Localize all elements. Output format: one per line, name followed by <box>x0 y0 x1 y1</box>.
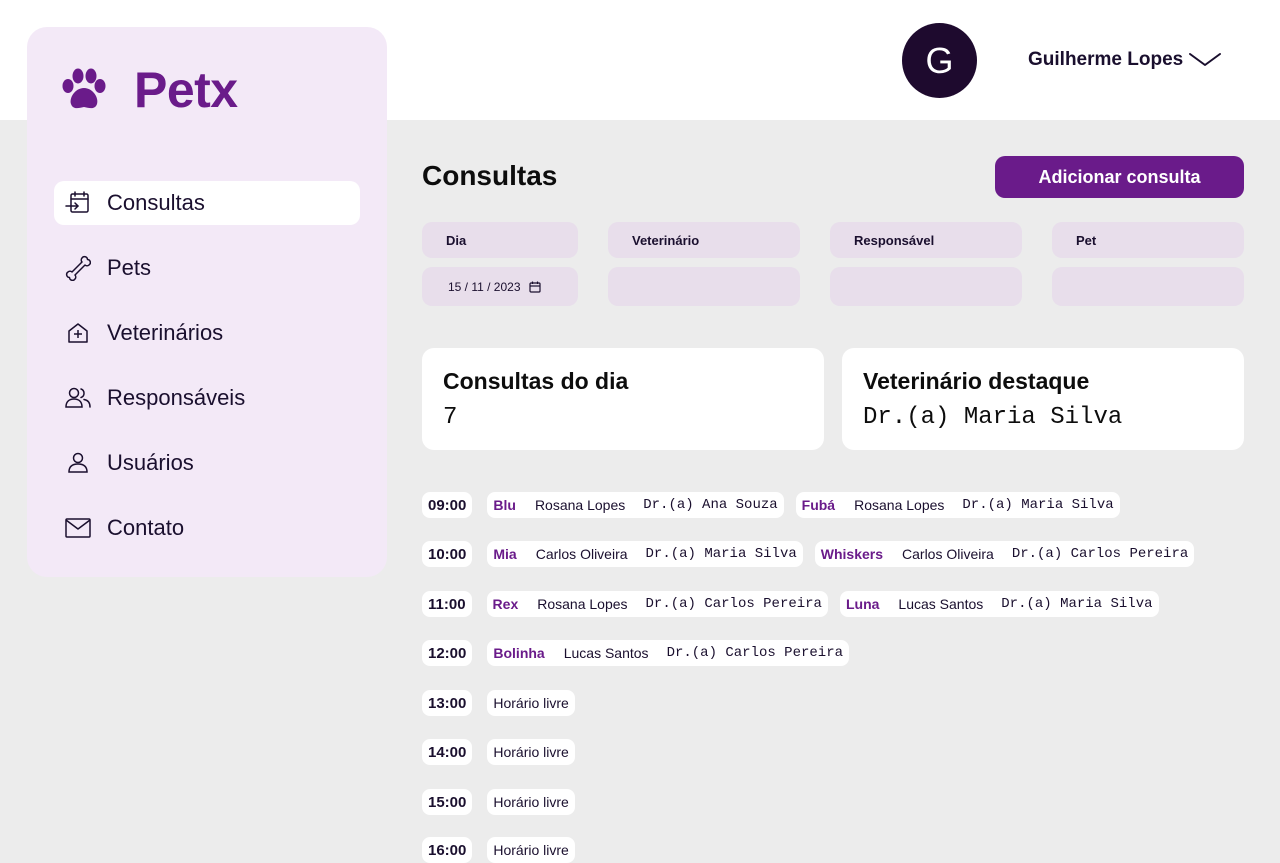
page-title: Consultas <box>422 160 558 191</box>
appointment-chip[interactable]: Luna Lucas Santos Dr.(a) Maria Silva <box>839 591 1159 617</box>
free-slot-chip[interactable]: Horário livre <box>487 837 575 863</box>
pet-name: Fubá <box>801 497 836 513</box>
owner-name: Rosana Lopes <box>854 497 945 513</box>
card-value: 7 <box>443 404 458 431</box>
vet-name: Dr.(a) Ana Souza <box>643 497 778 513</box>
pet-name: Mia <box>493 546 517 562</box>
filter-label-veterinario: Veterinário <box>608 222 800 258</box>
sidebar-item-label: Responsáveis <box>107 385 246 410</box>
sidebar: Petx Consultas Pets Veterinários Respons… <box>27 27 387 577</box>
schedule-row: 16:00 Horário livre <box>422 837 575 863</box>
free-slot-label: Horário livre <box>493 695 569 711</box>
calendar-icon <box>64 189 92 217</box>
sidebar-item-responsaveis[interactable]: Responsáveis <box>54 376 360 420</box>
add-consulta-button[interactable]: Adicionar consulta <box>995 156 1244 198</box>
appointment-chip[interactable]: Mia Carlos Oliveira Dr.(a) Maria Silva <box>487 541 803 567</box>
owner-name: Rosana Lopes <box>534 497 626 513</box>
user-name[interactable]: Guilherme Lopes <box>1028 49 1183 71</box>
card-title: Consultas do dia <box>443 368 629 394</box>
sidebar-item-contato[interactable]: Contato <box>54 506 360 550</box>
vet-name: Dr.(a) Carlos Pereira <box>666 645 843 661</box>
people-icon <box>64 384 92 412</box>
owner-name: Carlos Oliveira <box>902 546 994 562</box>
sidebar-item-consultas[interactable]: Consultas <box>54 181 360 225</box>
schedule-row: 15:00 Horário livre <box>422 789 575 815</box>
vet-name: Dr.(a) Maria Silva <box>962 497 1114 513</box>
date-value: 15 / 11 / 2023 <box>448 279 521 294</box>
owner-name: Lucas Santos <box>898 596 984 612</box>
pet-input[interactable] <box>1052 267 1244 306</box>
time-chip: 15:00 <box>422 789 473 815</box>
vet-name: Dr.(a) Carlos Pereira <box>1011 546 1189 562</box>
time-chip: 10:00 <box>422 541 473 567</box>
pet-name: Luna <box>845 596 880 612</box>
schedule-row: 13:00 Horário livre <box>422 690 575 716</box>
pet-name: Bolinha <box>493 645 545 661</box>
appointment-chip[interactable]: Rex Rosana Lopes Dr.(a) Carlos Pereira <box>486 591 828 617</box>
chevron-down-icon[interactable] <box>1188 50 1222 70</box>
avatar-initial: G <box>925 39 954 81</box>
appointment-chip[interactable]: Blu Rosana Lopes Dr.(a) Ana Souza <box>487 492 784 518</box>
card-title: Veterinário destaque <box>863 368 1090 394</box>
schedule-row: 12:00 Bolinha Lucas Santos Dr.(a) Carlos… <box>422 640 849 666</box>
app-name: Petx <box>134 62 238 118</box>
appointment-chip[interactable]: Bolinha Lucas Santos Dr.(a) Carlos Perei… <box>487 640 849 666</box>
bone-icon <box>64 254 92 282</box>
time-chip: 09:00 <box>422 492 473 518</box>
avatar[interactable]: G <box>902 23 977 98</box>
filter-label-dia: Dia <box>422 222 578 258</box>
paw-icon <box>62 68 106 109</box>
time-chip: 12:00 <box>422 640 473 666</box>
sidebar-item-pets[interactable]: Pets <box>54 246 360 290</box>
date-input[interactable]: 15 / 11 / 2023 <box>422 267 578 306</box>
schedule-row: 09:00 Blu Rosana Lopes Dr.(a) Ana Souza … <box>422 492 1120 518</box>
time-chip: 11:00 <box>422 591 472 617</box>
vet-name: Dr.(a) Carlos Pereira <box>645 596 822 612</box>
sidebar-item-veterinarios[interactable]: Veterinários <box>54 311 360 355</box>
schedule-row: 10:00 Mia Carlos Oliveira Dr.(a) Maria S… <box>422 541 1195 567</box>
time-chip: 14:00 <box>422 739 473 765</box>
free-slot-label: Horário livre <box>493 842 569 858</box>
sidebar-item-usuarios[interactable]: Usuários <box>54 441 360 485</box>
appointment-chip[interactable]: Fubá Rosana Lopes Dr.(a) Maria Silva <box>795 492 1120 518</box>
user-icon <box>64 449 92 477</box>
responsavel-input[interactable] <box>830 267 1022 306</box>
consultas-do-dia-card: Consultas do dia 7 <box>422 348 824 450</box>
time-chip: 16:00 <box>422 837 473 863</box>
free-slot-chip[interactable]: Horário livre <box>487 739 575 765</box>
medical-house-icon <box>64 319 92 347</box>
owner-name: Lucas Santos <box>563 645 649 661</box>
pet-name: Blu <box>493 497 516 513</box>
sidebar-item-label: Usuários <box>107 450 194 475</box>
sidebar-item-label: Pets <box>107 255 152 280</box>
free-slot-chip[interactable]: Horário livre <box>487 789 575 815</box>
free-slot-chip[interactable]: Horário livre <box>487 690 575 716</box>
pet-name: Whiskers <box>820 546 884 562</box>
vet-name: Dr.(a) Maria Silva <box>1001 596 1153 612</box>
owner-name: Rosana Lopes <box>537 596 628 612</box>
vet-name: Dr.(a) Maria Silva <box>645 546 797 562</box>
sidebar-item-label: Consultas <box>107 190 205 215</box>
time-chip: 13:00 <box>422 690 473 716</box>
veterinario-destaque-card: Veterinário destaque Dr.(a) Maria Silva <box>842 348 1244 450</box>
free-slot-label: Horário livre <box>493 744 569 760</box>
free-slot-label: Horário livre <box>493 794 569 810</box>
filter-label-pet: Pet <box>1052 222 1244 258</box>
sidebar-item-label: Veterinários <box>107 320 224 345</box>
veterinario-input[interactable] <box>608 267 800 306</box>
owner-name: Carlos Oliveira <box>535 546 628 562</box>
logo[interactable]: Petx <box>60 61 238 119</box>
pet-name: Rex <box>492 596 519 612</box>
card-value: Dr.(a) Maria Silva <box>863 404 1123 431</box>
schedule-row: 14:00 Horário livre <box>422 739 575 765</box>
sidebar-item-label: Contato <box>107 515 185 540</box>
mail-icon <box>64 514 92 542</box>
calendar-icon[interactable] <box>528 281 541 293</box>
schedule-row: 11:00 Rex Rosana Lopes Dr.(a) Carlos Per… <box>422 591 1159 617</box>
appointment-chip[interactable]: Whiskers Carlos Oliveira Dr.(a) Carlos P… <box>814 541 1195 567</box>
filter-label-responsavel: Responsável <box>830 222 1022 258</box>
